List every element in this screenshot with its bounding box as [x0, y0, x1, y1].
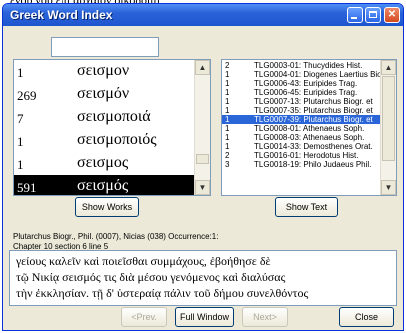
work-title: TLG0007-35: Plutarchus Biogr. et	[254, 106, 373, 115]
close-button[interactable]: Close	[339, 307, 394, 327]
word-count: 591	[17, 180, 37, 195]
minimize-button[interactable]	[347, 7, 363, 23]
close-window-button[interactable]: ✕	[384, 7, 400, 23]
work-title: TLG0016-01: Herodotus Hist.	[254, 151, 359, 160]
scroll-up-button[interactable]: ▲	[195, 60, 210, 75]
work-count: 1	[225, 70, 230, 79]
title-bar[interactable]: Greek Word Index ✕	[3, 4, 403, 26]
work-count: 1	[225, 88, 230, 97]
work-title: TLG0006-45: Euripides Trag.	[254, 88, 358, 97]
word-form: σεισμός	[77, 177, 129, 194]
work-count: 1	[225, 115, 230, 124]
arrow-up-icon: ▲	[198, 63, 207, 72]
scroll-thumb[interactable]	[196, 154, 209, 164]
maximize-button[interactable]	[365, 7, 381, 23]
maximize-icon	[369, 11, 377, 18]
minimize-icon	[351, 17, 357, 19]
text-line: γείους καλεῖν καὶ ποιεῖσθαι συμμάχους, ἐ…	[16, 254, 271, 268]
word-search-input[interactable]	[51, 37, 159, 57]
list-item[interactable]: 3 TLG0018-19: Philo Judaeus Phil.	[222, 160, 383, 169]
list-item[interactable]: 1 TLG0007-35: Plutarchus Biogr. et	[222, 106, 383, 115]
prev-button[interactable]: <Prev.	[121, 307, 167, 327]
list-item[interactable]: 1 TLG0008-03: Athenaeus Soph.	[222, 133, 383, 142]
work-title: TLG0008-03: Athenaeus Soph.	[254, 133, 365, 142]
word-count: 1	[17, 134, 24, 149]
works-list[interactable]: 2 TLG0003-01: Thucydides Hist. 1 TLG0004-0…	[221, 59, 397, 196]
scroll-down-button[interactable]: ▼	[381, 180, 396, 195]
word-count: 1	[17, 157, 24, 172]
work-count: 3	[225, 160, 230, 169]
citation-line-1: Plutarchus Biogr., Phil. (0007), Nicias …	[13, 232, 219, 241]
list-item[interactable]: 1 TLG0006-43: Euripides Trag.	[222, 79, 383, 88]
word-form: σεισμον	[77, 62, 130, 79]
list-item[interactable]: 1 TLG0004-01: Diogenes Laertius Biog.	[222, 70, 383, 79]
show-works-button[interactable]: Show Works	[75, 197, 139, 217]
text-line: τῷ Νικίᾳ σεισμός τις διὰ μέσου γενόμενος…	[16, 270, 286, 284]
word-list-scrollbar[interactable]: ▲ ▼	[194, 60, 210, 195]
word-list[interactable]: 1 σεισμον 269 σεισμόν 7 σεισμοποιά 1 σει…	[13, 59, 211, 196]
work-title: TLG0006-43: Euripides Trag.	[254, 79, 358, 88]
word-form: σεισμόν	[77, 85, 130, 102]
list-item[interactable]: 2 TLG0016-01: Herodotus Hist.	[222, 151, 383, 160]
work-count: 2	[225, 151, 230, 160]
window-title: Greek Word Index	[10, 8, 113, 22]
work-count: 1	[225, 124, 230, 133]
work-title: TLG0018-19: Philo Judaeus Phil.	[254, 160, 372, 169]
work-title: TLG0004-01: Diogenes Laertius Biog.	[254, 70, 383, 79]
scroll-down-button[interactable]: ▼	[195, 180, 210, 195]
greek-word-index-window: Greek Word Index ✕ 1 σεισμον 269 σεισμόν…	[2, 3, 404, 331]
work-title: TLG0007-13: Plutarchus Biogr. et	[254, 97, 373, 106]
list-item[interactable]: 1 σεισμοποιός	[14, 129, 196, 152]
work-title: TLG0008-01: Athenaeus Soph.	[254, 124, 365, 133]
word-count: 1	[17, 65, 24, 80]
scroll-up-button[interactable]: ▲	[381, 60, 396, 75]
text-line: τὴν ἐκκλησίαν. τῇ δ' ὑστεραίᾳ πάλιν τοῦ …	[16, 286, 309, 300]
word-form: σεισμοποιός	[77, 131, 157, 148]
work-count: 2	[225, 61, 230, 70]
list-item[interactable]: 7 σεισμοποιά	[14, 106, 196, 129]
scroll-thumb[interactable]	[382, 76, 395, 161]
arrow-up-icon: ▲	[384, 63, 393, 72]
list-item-selected[interactable]: 1 TLG0007-39: Plutarchus Biogr. et	[222, 115, 383, 124]
list-item[interactable]: 1 σεισμος	[14, 152, 196, 175]
greek-text-panel: γείους καλεῖν καὶ ποιεῖσθαι συμμάχους, ἐ…	[9, 250, 397, 306]
word-form: σεισμοποιά	[77, 108, 151, 125]
arrow-down-icon: ▼	[384, 183, 393, 192]
word-count: 269	[17, 88, 37, 103]
work-count: 1	[225, 106, 230, 115]
work-title: TLG0007-39: Plutarchus Biogr. et	[254, 115, 373, 124]
list-item[interactable]: 1 TLG0006-45: Euripides Trag.	[222, 88, 383, 97]
show-text-button[interactable]: Show Text	[275, 197, 338, 217]
work-title: TLG0014-33: Demosthenes Orat.	[254, 142, 373, 151]
list-item[interactable]: 1 TLG0007-13: Plutarchus Biogr. et	[222, 97, 383, 106]
list-item[interactable]: 1 TLG0014-33: Demosthenes Orat.	[222, 142, 383, 151]
work-count: 1	[225, 97, 230, 106]
list-item[interactable]: 269 σεισμόν	[14, 83, 196, 106]
close-icon: ✕	[387, 9, 397, 20]
full-window-button[interactable]: Full Window	[175, 307, 234, 327]
word-form: σεισμος	[77, 154, 129, 171]
work-title: TLG0003-01: Thucydides Hist.	[254, 61, 363, 70]
list-item-selected[interactable]: 591 σεισμός	[14, 175, 196, 195]
work-count: 1	[225, 133, 230, 142]
next-button[interactable]: Next>	[242, 307, 288, 327]
list-item[interactable]: 1 TLG0008-01: Athenaeus Soph.	[222, 124, 383, 133]
works-list-scrollbar[interactable]: ▲ ▼	[380, 60, 396, 195]
list-item[interactable]: 1 σεισμον	[14, 60, 196, 83]
work-count: 1	[225, 79, 230, 88]
work-count: 1	[225, 142, 230, 151]
list-item[interactable]: 2 TLG0003-01: Thucydides Hist.	[222, 61, 383, 70]
arrow-down-icon: ▼	[198, 183, 207, 192]
word-count: 7	[17, 111, 24, 126]
